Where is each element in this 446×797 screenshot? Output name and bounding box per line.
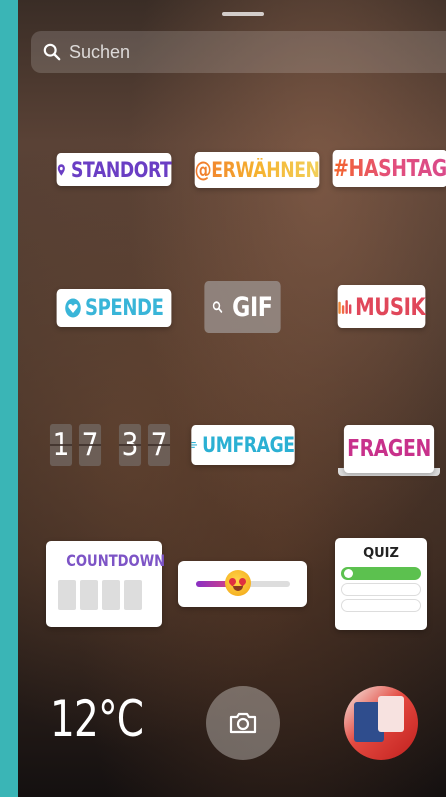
mention-label: @ERWÄHNEN [194,158,320,182]
temperature-sticker[interactable]: 12°C [50,690,144,748]
time-digit: 7 [147,424,171,466]
location-sticker[interactable]: STANDORT [56,153,172,186]
location-label: STANDORT [70,157,172,182]
search-bar[interactable] [31,31,446,73]
check-icon [344,569,353,578]
sticker-tray: STANDORT @ERWÄHNEN #HASHTAG SPENDE GIF M… [18,0,446,797]
time-digit: 3 [118,424,142,466]
emoji-slider-sticker[interactable] [178,561,307,607]
mention-sticker[interactable]: @ERWÄHNEN [194,152,320,188]
quiz-option [341,583,421,596]
quiz-label: QUIZ [363,546,399,561]
search-icon [43,43,61,61]
hashtag-sticker[interactable]: #HASHTAG [332,150,446,187]
quiz-option [341,567,421,580]
location-pin-icon [57,163,65,176]
camera-icon [229,712,257,734]
quiz-sticker[interactable]: QUIZ [335,538,427,630]
heart-eyes-emoji-icon [225,570,252,596]
donation-sticker[interactable]: SPENDE [56,289,172,327]
questions-label: FRAGEN [347,436,431,462]
poll-lines-icon [191,442,198,448]
countdown-boxes [58,580,150,610]
time-digit: 1 [49,424,73,466]
equalizer-icon [338,299,352,314]
search-icon [212,301,223,313]
gif-label: GIF [232,291,273,323]
music-label: MUSIK [355,292,426,321]
donation-label: SPENDE [85,295,164,321]
quiz-option [341,599,421,612]
poll-label: UMFRAGE [202,433,295,457]
countdown-label: COUNTDOWN [66,551,166,570]
gif-sticker[interactable]: GIF [204,281,281,333]
heart-icon [64,298,81,318]
music-sticker[interactable]: MUSIK [337,285,426,328]
countdown-sticker[interactable]: COUNTDOWN [46,541,166,627]
questions-sticker[interactable]: FRAGEN [343,425,435,473]
search-input[interactable] [69,41,369,63]
camera-button[interactable] [206,686,280,760]
hashtag-label: #HASHTAG [333,155,446,182]
poll-sticker[interactable]: UMFRAGE [191,425,295,465]
time-digit: 7 [78,424,102,466]
time-sticker[interactable]: 1 7 3 7 [48,424,172,466]
recent-photo-thumbnail[interactable] [344,686,418,760]
drag-handle[interactable] [222,12,264,16]
